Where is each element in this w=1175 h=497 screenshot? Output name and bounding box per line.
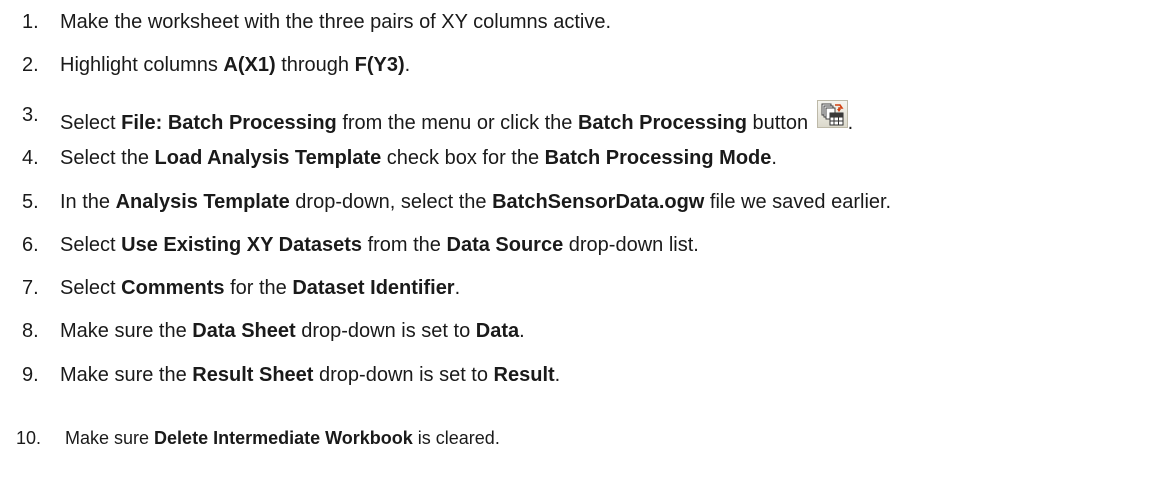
step-number: 5. — [22, 191, 39, 213]
option-name: Use Existing XY Datasets — [121, 234, 363, 256]
column-ref: F(Y3) — [354, 54, 405, 76]
step-text: Make sure the Data Sheet drop-down is se… — [60, 320, 525, 342]
option-name: Result Sheet — [192, 364, 314, 386]
step-text: Select Comments for the Dataset Identifi… — [60, 277, 461, 299]
option-name: Analysis Template — [115, 191, 290, 213]
step-number: 4. — [22, 147, 39, 169]
step-text: In the Analysis Template drop-down, sele… — [60, 191, 892, 213]
option-name: Delete Intermediate Workbook — [154, 428, 413, 448]
file-name: BatchSensorData.ogw — [492, 191, 705, 213]
option-name: Data Sheet — [192, 320, 296, 342]
step-number: 10. — [16, 428, 42, 448]
step-number: 2. — [22, 54, 39, 76]
option-name: Load Analysis Template — [154, 147, 382, 169]
step-text: Make sure Delete Intermediate Workbook i… — [65, 428, 500, 448]
step-text: Make sure the Result Sheet drop-down is … — [60, 364, 561, 386]
column-ref: A(X1) — [223, 54, 276, 76]
option-value: Data — [475, 320, 520, 342]
step-text: Make the worksheet with the three pairs … — [60, 11, 612, 33]
button-name: Batch Processing — [577, 112, 747, 134]
option-name: Dataset Identifier — [292, 277, 455, 299]
step-number: 6. — [22, 234, 39, 256]
step-number: 9. — [22, 364, 39, 386]
option-name: Data Source — [446, 234, 564, 256]
step-number: 7. — [22, 277, 39, 299]
step-text: Select the Load Analysis Template check … — [60, 147, 777, 169]
menu-path: File: Batch Processing — [121, 112, 337, 134]
step-number: 8. — [22, 320, 39, 342]
step-number: 1. — [22, 11, 39, 33]
step-text: Select File: Batch Processing from the m… — [60, 100, 853, 135]
step-number: 3. — [22, 104, 39, 126]
step-text: Highlight columns A(X1) through F(Y3). — [60, 54, 411, 76]
option-name: Comments — [121, 277, 225, 299]
option-name: Batch Processing Mode — [544, 147, 772, 169]
option-value: Result — [493, 364, 555, 386]
step-text: Select Use Existing XY Datasets from the… — [60, 234, 699, 256]
batch-processing-icon — [816, 100, 848, 128]
